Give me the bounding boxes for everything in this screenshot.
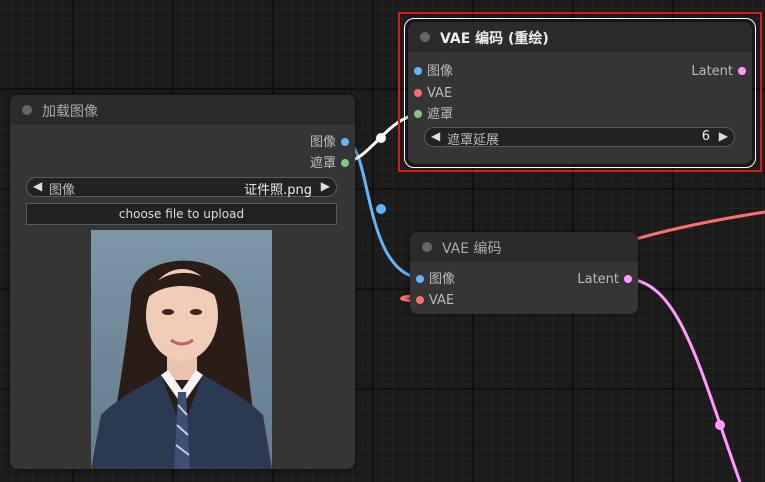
image-combo-label: 图像	[49, 183, 76, 198]
input-mask-label: 遮罩	[427, 107, 454, 122]
image-combo-widget[interactable]: ◀ 图像 证件照.png ▶	[26, 177, 337, 198]
load-image-node[interactable]: 加载图像 图像 遮罩 ◀ 图像 证件照.png ▶ choose file to…	[10, 95, 355, 469]
portrait-photo-icon	[91, 260, 272, 469]
output-image-slot[interactable]: 图像	[310, 135, 349, 151]
grow-mask-widget[interactable]: ◀ 遮罩延展 6 ▶	[424, 127, 735, 148]
input-mask-pin[interactable]	[414, 109, 422, 118]
input-mask-slot[interactable]: 遮罩	[414, 107, 453, 123]
vae-encode-inpaint-node[interactable]: VAE 编码 (重绘) 图像 Latent VAE 遮罩 ◀ 遮罩延展 6 ▶	[408, 22, 752, 164]
input-vae-slot[interactable]: VAE	[416, 293, 454, 309]
output-image-label: 图像	[309, 135, 336, 150]
output-latent-slot[interactable]: Latent	[577, 272, 632, 288]
output-latent-label: Latent	[691, 64, 733, 79]
latent-wire-reroute-dot[interactable]	[715, 420, 725, 430]
input-vae-label: VAE	[427, 86, 453, 101]
vae-encode-inpaint-node-title: VAE 编码 (重绘)	[440, 31, 549, 47]
grow-mask-value: 6	[701, 129, 710, 144]
load-image-node-header[interactable]: 加载图像	[10, 95, 355, 125]
vae-encode-node-title: VAE 编码	[442, 241, 502, 257]
output-image-pin[interactable]	[341, 137, 349, 146]
output-mask-label: 遮罩	[309, 156, 336, 171]
output-latent-pin[interactable]	[624, 274, 632, 283]
mask-wire-reroute-dot[interactable]	[376, 133, 386, 143]
input-vae-slot[interactable]: VAE	[414, 86, 452, 102]
output-mask-pin[interactable]	[341, 158, 349, 167]
vae-wire[interactable]	[631, 210, 765, 242]
input-image-label: 图像	[429, 272, 456, 287]
input-vae-pin[interactable]	[414, 88, 422, 97]
node-collapse-dot[interactable]	[420, 32, 430, 42]
node-collapse-dot[interactable]	[422, 242, 432, 252]
vae-encode-inpaint-node-header[interactable]: VAE 编码 (重绘)	[408, 22, 752, 52]
input-image-label: 图像	[427, 64, 454, 79]
output-latent-slot[interactable]: Latent	[691, 64, 746, 80]
output-mask-slot[interactable]: 遮罩	[310, 156, 349, 172]
combo-prev-arrow-icon[interactable]: ◀	[33, 179, 42, 193]
output-latent-label: Latent	[577, 272, 619, 287]
input-vae-pin[interactable]	[416, 295, 424, 304]
decrement-arrow-icon[interactable]: ◀	[431, 129, 440, 143]
image-combo-value: 证件照.png	[244, 183, 312, 198]
vae-encode-node[interactable]: VAE 编码 图像 Latent VAE	[410, 232, 638, 314]
vae-encode-node-header[interactable]: VAE 编码	[410, 232, 638, 262]
input-image-pin[interactable]	[416, 274, 424, 283]
input-vae-label: VAE	[429, 293, 455, 308]
node-collapse-dot[interactable]	[22, 105, 32, 115]
input-image-slot[interactable]: 图像	[416, 272, 455, 288]
output-latent-pin[interactable]	[738, 66, 746, 75]
input-image-slot[interactable]: 图像	[414, 64, 453, 80]
upload-button[interactable]: choose file to upload	[26, 203, 337, 225]
increment-arrow-icon[interactable]: ▶	[719, 129, 728, 143]
input-image-pin[interactable]	[414, 66, 422, 75]
grow-mask-label: 遮罩延展	[447, 133, 500, 148]
load-image-node-title: 加载图像	[42, 104, 98, 120]
combo-next-arrow-icon[interactable]: ▶	[321, 179, 330, 193]
image-wire-reroute-dot[interactable]	[376, 204, 386, 214]
image-preview	[91, 230, 272, 469]
latent-wire[interactable]	[627, 277, 742, 482]
